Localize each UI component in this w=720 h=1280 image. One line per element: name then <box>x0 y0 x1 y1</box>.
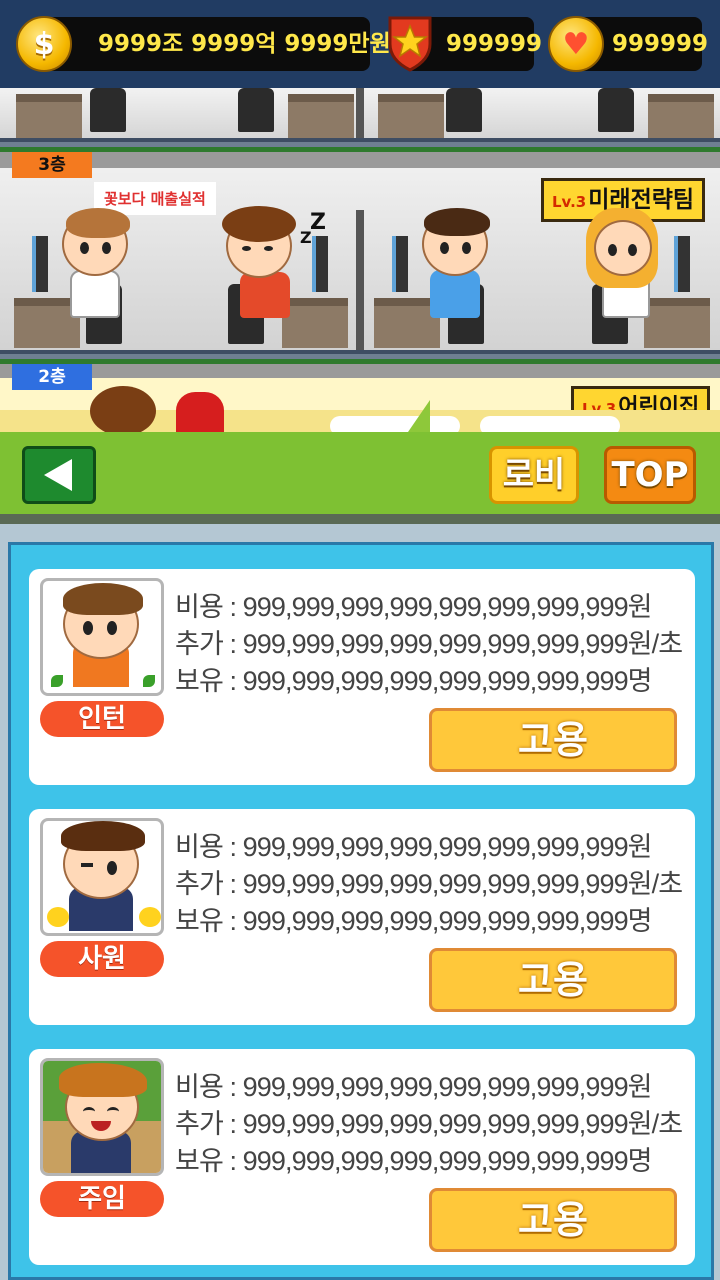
hire-button[interactable]: 고용 <box>429 948 677 1012</box>
floor-label: 2층 <box>12 364 92 390</box>
navigation-bar: 로비 TOP <box>0 432 720 524</box>
floor-slab <box>0 138 720 152</box>
hire-card-assistant-manager: 주임 비용 : 999,999,999,999,999,999,999,999원… <box>29 1049 695 1265</box>
cost-text: 비용 : 999,999,999,999,999,999,999,999원 <box>175 1072 653 1102</box>
heart-amount: 999999 <box>612 31 709 57</box>
floor-4 <box>0 88 720 144</box>
sleep-z-icon: Z <box>300 228 312 247</box>
owned-text: 보유 : 999,999,999,999,999,999,999,999명 <box>175 906 653 936</box>
rank-label: 주임 <box>40 1181 164 1217</box>
lobby-button[interactable]: 로비 <box>489 446 579 504</box>
back-button[interactable] <box>22 446 96 504</box>
worker-character[interactable] <box>56 208 136 352</box>
star-shield-icon <box>386 14 434 72</box>
floor-3[interactable]: 3층 꽃보다 매출실적 Lv.3미래전략팀 Z Z <box>0 152 720 352</box>
office-building-scene[interactable]: 3층 꽃보다 매출실적 Lv.3미래전략팀 Z Z 2층 Lv.3어린이집 <box>0 88 720 432</box>
hire-panel[interactable]: 인턴 비용 : 999,999,999,999,999,999,999,999원… <box>8 542 714 1280</box>
top-button[interactable]: TOP <box>604 446 696 504</box>
staff-portrait <box>40 818 164 936</box>
intern-portrait <box>40 578 164 696</box>
floor-2[interactable]: 2층 Lv.3어린이집 <box>0 364 720 432</box>
owned-text: 보유 : 999,999,999,999,999,999,999,999명 <box>175 1146 653 1176</box>
gold-amount: 9999조 9999억 9999만원 <box>98 31 391 57</box>
worker-character[interactable] <box>586 208 666 352</box>
heart-coin-icon: ♥ <box>548 16 604 72</box>
hire-button[interactable]: 고용 <box>429 708 677 772</box>
currency-bar: 9999조 9999억 9999만원 $ 999999 999999 ♥ <box>0 0 720 88</box>
hire-button[interactable]: 고용 <box>429 1188 677 1252</box>
back-arrow-icon <box>44 459 72 491</box>
cost-text: 비용 : 999,999,999,999,999,999,999,999원 <box>175 592 653 622</box>
gold-display: 9999조 9999억 9999만원 <box>44 17 391 71</box>
hire-card-intern: 인턴 비용 : 999,999,999,999,999,999,999,999원… <box>29 569 695 785</box>
rank-label: 인턴 <box>40 701 164 737</box>
assistant-manager-portrait <box>40 1058 164 1176</box>
income-text: 추가 : 999,999,999,999,999,999,999,999원/초 <box>175 869 683 899</box>
medal-amount: 999999 <box>446 31 543 57</box>
worker-character[interactable] <box>418 208 498 352</box>
floor-slab <box>0 350 720 364</box>
team-level: Lv.3 <box>552 193 587 211</box>
dollar-coin-icon: $ <box>16 16 72 72</box>
toy-character[interactable] <box>176 392 224 432</box>
child-character[interactable] <box>90 386 156 432</box>
sleeping-worker-character[interactable] <box>220 206 310 352</box>
cost-text: 비용 : 999,999,999,999,999,999,999,999원 <box>175 832 653 862</box>
owned-text: 보유 : 999,999,999,999,999,999,999,999명 <box>175 666 653 696</box>
income-text: 추가 : 999,999,999,999,999,999,999,999원/초 <box>175 629 683 659</box>
sleep-z-icon: Z <box>310 210 326 235</box>
floor-label: 3층 <box>12 152 92 178</box>
hire-card-staff: 사원 비용 : 999,999,999,999,999,999,999,999원… <box>29 809 695 1025</box>
income-text: 추가 : 999,999,999,999,999,999,999,999원/초 <box>175 1109 683 1139</box>
rank-label: 사원 <box>40 941 164 977</box>
